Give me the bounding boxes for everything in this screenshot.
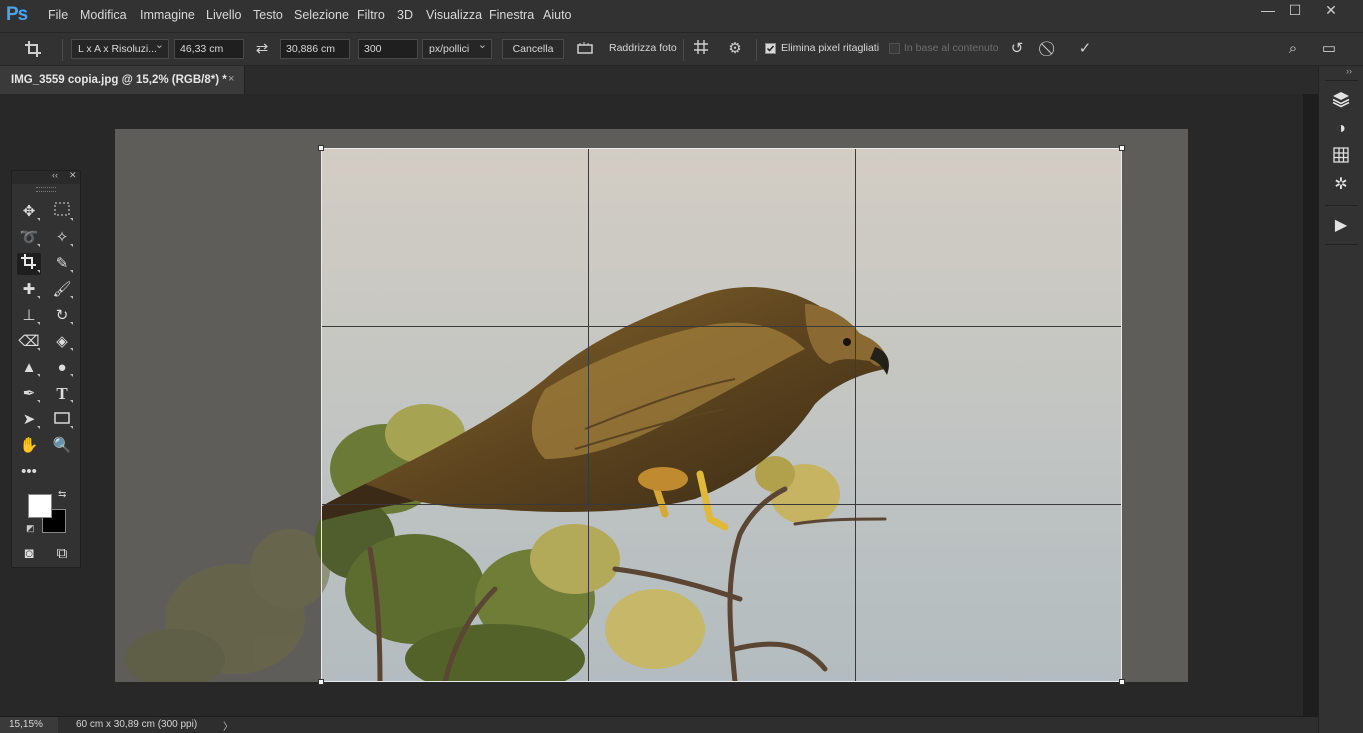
menu-modifica[interactable]: Modifica [80, 8, 127, 22]
screen-mode-icon[interactable]: ⧉ [50, 543, 74, 565]
healing-brush-tool-icon[interactable]: ✚ [17, 279, 41, 301]
move-tool-icon[interactable]: ✥ [17, 201, 41, 223]
cancel-crop-icon[interactable]: ⃠ [1039, 39, 1061, 59]
reset-crop-icon[interactable]: ↺ [1006, 39, 1028, 59]
rectangle-tool-icon[interactable] [50, 409, 74, 431]
menu-3d[interactable]: 3D [397, 8, 413, 22]
close-toolbox-icon[interactable]: ✕ [69, 170, 77, 181]
crop-box[interactable] [321, 148, 1122, 682]
maximize-button[interactable]: ☐ [1277, 0, 1313, 22]
play-action-icon[interactable]: ▶ [1331, 216, 1351, 236]
swap-dimensions-icon[interactable]: ⇄ [251, 39, 273, 59]
magic-wand-tool-icon[interactable]: ✧ [50, 227, 74, 249]
paint-bucket-tool-icon[interactable]: ◈ [50, 331, 74, 353]
path-selection-tool-icon[interactable]: ➤ [17, 409, 41, 431]
document-tab-title: IMG_3559 copia.jpg @ 15,2% (RGB/8*) * [11, 74, 227, 86]
toolbox-panel: ‹‹ ✕ ✥ ➰ ✧ ✎ ✚ 🖌 ⊥ ↻ ⌫ ◈ ▲ ● ✒ T ➤ ✋ 🔍 •… [11, 170, 81, 568]
brush-tool-icon[interactable]: 🖌 [50, 279, 74, 301]
menu-visualizza[interactable]: Visualizza [426, 8, 482, 22]
options-bar: L x A x Risoluzi... 46,33 cm ⇄ 30,886 cm… [0, 32, 1363, 66]
straighten-icon[interactable] [574, 39, 596, 59]
type-tool-icon[interactable]: T [50, 383, 74, 405]
crop-settings-gear-icon[interactable]: ⚙ [724, 39, 746, 59]
delete-cropped-label: Elimina pixel ritagliati [781, 42, 880, 54]
crop-handle-top-right[interactable] [1119, 145, 1125, 151]
quick-mask-icon[interactable]: ◙ [17, 543, 41, 565]
hand-tool-icon[interactable]: ✋ [17, 435, 41, 457]
vertical-scrollbar[interactable] [1303, 94, 1318, 716]
eyedropper-tool-icon[interactable]: ✎ [50, 253, 74, 275]
crop-handle-bottom-right[interactable] [1119, 679, 1125, 685]
adjustments-icon[interactable]: ◑ [1331, 119, 1351, 139]
close-tab-icon[interactable]: × [228, 73, 234, 85]
eraser-tool-icon[interactable]: ⌫ [17, 331, 41, 353]
document-tabs: IMG_3559 copia.jpg @ 15,2% (RGB/8*) * × [0, 66, 1318, 94]
width-input[interactable]: 46,33 cm [174, 39, 244, 59]
zoom-level-field[interactable]: 15,15% [0, 717, 58, 733]
crop-grid-line [322, 504, 1121, 505]
commit-crop-check-icon[interactable]: ✓ [1074, 39, 1096, 59]
crop-grid-line [322, 326, 1121, 327]
toolbox-grip[interactable] [36, 187, 56, 192]
more-tools-icon[interactable]: ••• [17, 461, 41, 483]
crop-handle-top-left[interactable] [318, 145, 324, 151]
straighten-label[interactable]: Raddrizza foto [609, 39, 679, 59]
menu-aiuto[interactable]: Aiuto [543, 8, 572, 22]
document-size-info[interactable]: 60 cm x 30,89 cm (300 ppi) [76, 719, 197, 730]
units-dropdown[interactable]: px/pollici [422, 36, 492, 59]
menu-finestra[interactable]: Finestra [489, 8, 534, 22]
crop-tool-icon[interactable] [17, 253, 41, 275]
crop-grid-line [588, 149, 589, 681]
document-tab[interactable]: IMG_3559 copia.jpg @ 15,2% (RGB/8*) * × [0, 66, 245, 94]
crop-icon [25, 41, 41, 57]
overlay-grid-icon[interactable] [690, 39, 712, 59]
menu-selezione[interactable]: Selezione [294, 8, 349, 22]
foreground-color-swatch[interactable] [28, 494, 52, 518]
default-colors-icon[interactable]: ◩ [26, 523, 35, 534]
layers-icon[interactable] [1331, 90, 1351, 110]
toolbox-header[interactable]: ‹‹ ✕ [12, 170, 80, 184]
height-input[interactable]: 30,886 cm [280, 39, 350, 59]
zoom-tool-icon[interactable]: 🔍 [50, 435, 74, 457]
status-bar: 15,15% 60 cm x 30,89 cm (300 ppi) 〉 [0, 716, 1318, 733]
menu-immagine[interactable]: Immagine [140, 8, 195, 22]
blur-tool-icon[interactable]: ▲ [17, 357, 41, 379]
clone-stamp-tool-icon[interactable]: ⊥ [17, 305, 41, 327]
menu-filtro[interactable]: Filtro [357, 8, 385, 22]
content-aware-label: In base al contenuto [904, 42, 999, 54]
ratio-preset-dropdown[interactable]: L x A x Risoluzi... [71, 36, 169, 59]
dodge-tool-icon[interactable]: ● [50, 357, 74, 379]
swap-colors-icon[interactable]: ⇆ [58, 489, 66, 500]
right-panel-dock: ›› ◑ ✲ ▶ [1318, 66, 1363, 733]
workspace-icon[interactable]: ▭ [1315, 39, 1343, 59]
content-aware-checkbox [889, 43, 900, 54]
crop-preset-picker[interactable] [16, 39, 52, 59]
menu-bar: Ps File Modifica Immagine Livello Testo … [0, 0, 1363, 32]
collapse-dock-icon[interactable]: ›› [1346, 66, 1352, 76]
status-menu-arrow[interactable]: 〉 [223, 718, 233, 733]
menu-testo[interactable]: Testo [253, 8, 283, 22]
crop-handle-bottom-left[interactable] [318, 679, 324, 685]
photoshop-logo: Ps [6, 4, 28, 25]
history-brush-tool-icon[interactable]: ↻ [50, 305, 74, 327]
delete-cropped-checkbox[interactable] [765, 43, 776, 54]
close-window-button[interactable]: ✕ [1313, 0, 1349, 22]
menu-file[interactable]: File [48, 8, 68, 22]
search-icon[interactable]: ⌕ [1282, 39, 1304, 59]
swatches-icon[interactable] [1331, 147, 1351, 167]
navigator-icon[interactable]: ✲ [1331, 175, 1351, 195]
lasso-tool-icon[interactable]: ➰ [17, 227, 41, 249]
collapse-toolbox-icon[interactable]: ‹‹ [52, 170, 58, 180]
menu-livello[interactable]: Livello [206, 8, 241, 22]
clear-button[interactable]: Cancella [502, 39, 564, 59]
pen-tool-icon[interactable]: ✒ [17, 383, 41, 405]
marquee-tool-icon[interactable] [50, 201, 74, 223]
resolution-input[interactable]: 300 [358, 39, 418, 59]
crop-grid-line [855, 149, 856, 681]
